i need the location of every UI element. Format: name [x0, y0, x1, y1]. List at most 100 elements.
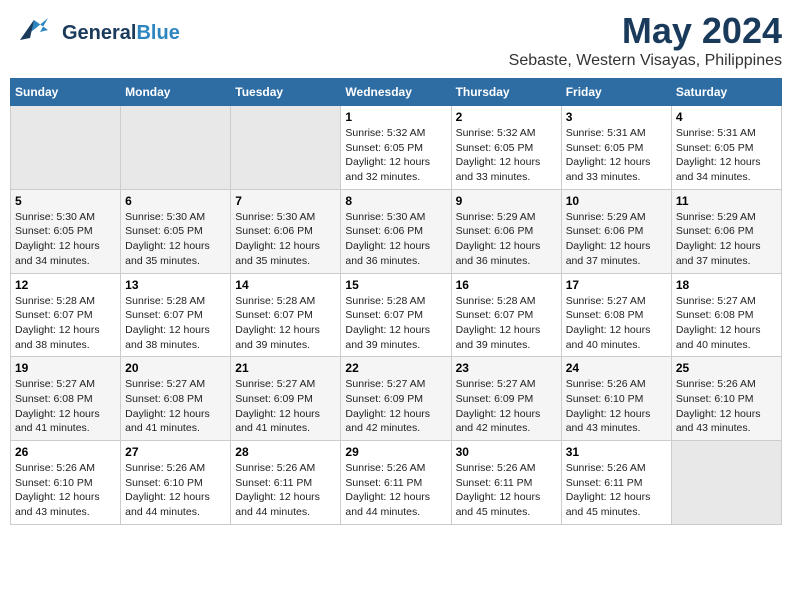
- day-cell: 11 Sunrise: 5:29 AMSunset: 6:06 PMDayligh…: [671, 189, 781, 273]
- day-number: 15: [345, 278, 446, 292]
- day-info: Sunrise: 5:26 AMSunset: 6:11 PMDaylight:…: [456, 461, 557, 520]
- day-number: 24: [566, 361, 667, 375]
- title-section: May 2024 Sebaste, Western Visayas, Phili…: [509, 10, 782, 70]
- day-cell: 31 Sunrise: 5:26 AMSunset: 6:11 PMDayligh…: [561, 441, 671, 525]
- day-info: Sunrise: 5:32 AMSunset: 6:05 PMDaylight:…: [456, 126, 557, 185]
- day-number: 14: [235, 278, 336, 292]
- day-cell: 9 Sunrise: 5:29 AMSunset: 6:06 PMDaylight…: [451, 189, 561, 273]
- weekday-header-tuesday: Tuesday: [231, 79, 341, 106]
- day-info: Sunrise: 5:30 AMSunset: 6:05 PMDaylight:…: [125, 210, 226, 269]
- day-cell: 7Sunrise: 5:30 AMSunset: 6:06 PMDaylight…: [231, 189, 341, 273]
- day-cell: 1Sunrise: 5:32 AMSunset: 6:05 PMDaylight…: [341, 106, 451, 190]
- day-number: 31: [566, 445, 667, 459]
- day-info: Sunrise: 5:26 AMSunset: 6:10 PMDaylight:…: [676, 377, 777, 436]
- day-info: Sunrise: 5:27 AMSunset: 6:08 PMDaylight:…: [676, 294, 777, 353]
- week-row-3: 19Sunrise: 5:27 AMSunset: 6:08 PMDayligh…: [11, 357, 782, 441]
- day-number: 28: [235, 445, 336, 459]
- day-info: Sunrise: 5:29 AMSunset: 6:06 PMDaylight:…: [676, 210, 777, 269]
- day-info: Sunrise: 5:28 AMSunset: 6:07 PMDaylight:…: [125, 294, 226, 353]
- day-number: 23: [456, 361, 557, 375]
- day-number: 30: [456, 445, 557, 459]
- week-row-4: 26 Sunrise: 5:26 AMSunset: 6:10 PMDayligh…: [11, 441, 782, 525]
- day-info: Sunrise: 5:28 AMSunset: 6:07 PMDaylight:…: [15, 294, 116, 353]
- calendar-table: SundayMondayTuesdayWednesdayThursdayFrid…: [10, 78, 782, 525]
- day-cell: 6Sunrise: 5:30 AMSunset: 6:05 PMDaylight…: [121, 189, 231, 273]
- month-title: May 2024: [509, 10, 782, 52]
- week-row-1: 5 Sunrise: 5:30 AMSunset: 6:05 PMDaylight…: [11, 189, 782, 273]
- day-cell: [121, 106, 231, 190]
- day-cell: 2 Sunrise: 5:32 AMSunset: 6:05 PMDaylight…: [451, 106, 561, 190]
- location-title: Sebaste, Western Visayas, Philippines: [509, 52, 782, 70]
- day-number: 12: [15, 278, 116, 292]
- day-cell: 16Sunrise: 5:28 AMSunset: 6:07 PMDayligh…: [451, 273, 561, 357]
- day-info: Sunrise: 5:27 AMSunset: 6:08 PMDaylight:…: [125, 377, 226, 436]
- day-info: Sunrise: 5:26 AMSunset: 6:11 PMDaylight:…: [235, 461, 336, 520]
- day-number: 13: [125, 278, 226, 292]
- day-cell: 17Sunrise: 5:27 AMSunset: 6:08 PMDayligh…: [561, 273, 671, 357]
- week-row-0: 1 Sunrise: 5:32 AMSunset: 6:05 PMDaylight…: [11, 106, 782, 190]
- day-info: Sunrise: 5:30 AMSunset: 6:05 PMDaylight:…: [15, 210, 116, 269]
- day-cell: 19Sunrise: 5:27 AMSunset: 6:08 PMDayligh…: [11, 357, 121, 441]
- day-info: Sunrise: 5:31 AMSunset: 6:05 PMDaylight:…: [566, 126, 667, 185]
- day-info: Sunrise: 5:27 AMSunset: 6:09 PMDaylight:…: [456, 377, 557, 436]
- day-number: 1: [345, 110, 446, 124]
- weekday-header-row: SundayMondayTuesdayWednesdayThursdayFrid…: [11, 79, 782, 106]
- weekday-header-thursday: Thursday: [451, 79, 561, 106]
- weekday-header-sunday: Sunday: [11, 79, 121, 106]
- day-cell: [671, 441, 781, 525]
- day-cell: 29 Sunrise: 5:26 AMSunset: 6:11 PMDayligh…: [341, 441, 451, 525]
- day-info: Sunrise: 5:26 AMSunset: 6:10 PMDaylight:…: [15, 461, 116, 520]
- day-cell: 26 Sunrise: 5:26 AMSunset: 6:10 PMDayligh…: [11, 441, 121, 525]
- day-cell: 8 Sunrise: 5:30 AMSunset: 6:06 PMDaylight…: [341, 189, 451, 273]
- day-cell: 24 Sunrise: 5:26 AMSunset: 6:10 PMDayligh…: [561, 357, 671, 441]
- day-cell: 21Sunrise: 5:27 AMSunset: 6:09 PMDayligh…: [231, 357, 341, 441]
- day-number: 3: [566, 110, 667, 124]
- day-info: Sunrise: 5:29 AMSunset: 6:06 PMDaylight:…: [566, 210, 667, 269]
- weekday-header-wednesday: Wednesday: [341, 79, 451, 106]
- day-cell: 18 Sunrise: 5:27 AMSunset: 6:08 PMDayligh…: [671, 273, 781, 357]
- day-cell: 30 Sunrise: 5:26 AMSunset: 6:11 PMDayligh…: [451, 441, 561, 525]
- day-number: 11: [676, 194, 777, 208]
- day-number: 26: [15, 445, 116, 459]
- day-number: 22: [345, 361, 446, 375]
- day-info: Sunrise: 5:26 AMSunset: 6:10 PMDaylight:…: [125, 461, 226, 520]
- day-info: Sunrise: 5:30 AMSunset: 6:06 PMDaylight:…: [345, 210, 446, 269]
- day-info: Sunrise: 5:26 AMSunset: 6:11 PMDaylight:…: [566, 461, 667, 520]
- logo-icon: [10, 10, 58, 55]
- day-cell: [11, 106, 121, 190]
- weekday-header-friday: Friday: [561, 79, 671, 106]
- day-info: Sunrise: 5:26 AMSunset: 6:10 PMDaylight:…: [566, 377, 667, 436]
- day-info: Sunrise: 5:29 AMSunset: 6:06 PMDaylight:…: [456, 210, 557, 269]
- day-cell: 12 Sunrise: 5:28 AMSunset: 6:07 PMDayligh…: [11, 273, 121, 357]
- day-info: Sunrise: 5:26 AMSunset: 6:11 PMDaylight:…: [345, 461, 446, 520]
- day-info: Sunrise: 5:27 AMSunset: 6:09 PMDaylight:…: [345, 377, 446, 436]
- logo-text: GeneralBlue: [62, 22, 180, 44]
- day-info: Sunrise: 5:27 AMSunset: 6:09 PMDaylight:…: [235, 377, 336, 436]
- weekday-header-monday: Monday: [121, 79, 231, 106]
- day-number: 8: [345, 194, 446, 208]
- day-number: 25: [676, 361, 777, 375]
- day-cell: 23 Sunrise: 5:27 AMSunset: 6:09 PMDayligh…: [451, 357, 561, 441]
- logo: GeneralBlue: [10, 10, 180, 55]
- page-header: GeneralBlue May 2024 Sebaste, Western Vi…: [10, 10, 782, 70]
- day-number: 29: [345, 445, 446, 459]
- day-cell: 28 Sunrise: 5:26 AMSunset: 6:11 PMDayligh…: [231, 441, 341, 525]
- day-cell: 10Sunrise: 5:29 AMSunset: 6:06 PMDayligh…: [561, 189, 671, 273]
- day-info: Sunrise: 5:28 AMSunset: 6:07 PMDaylight:…: [235, 294, 336, 353]
- day-number: 18: [676, 278, 777, 292]
- day-cell: 27Sunrise: 5:26 AMSunset: 6:10 PMDayligh…: [121, 441, 231, 525]
- calendar-body: 1 Sunrise: 5:32 AMSunset: 6:05 PMDaylight…: [11, 106, 782, 525]
- day-number: 20: [125, 361, 226, 375]
- day-number: 7: [235, 194, 336, 208]
- day-number: 17: [566, 278, 667, 292]
- day-cell: [231, 106, 341, 190]
- day-number: 9: [456, 194, 557, 208]
- day-number: 2: [456, 110, 557, 124]
- week-row-2: 12 Sunrise: 5:28 AMSunset: 6:07 PMDayligh…: [11, 273, 782, 357]
- day-info: Sunrise: 5:27 AMSunset: 6:08 PMDaylight:…: [15, 377, 116, 436]
- day-number: 4: [676, 110, 777, 124]
- day-number: 16: [456, 278, 557, 292]
- day-cell: 5 Sunrise: 5:30 AMSunset: 6:05 PMDaylight…: [11, 189, 121, 273]
- day-number: 5: [15, 194, 116, 208]
- day-cell: 22 Sunrise: 5:27 AMSunset: 6:09 PMDayligh…: [341, 357, 451, 441]
